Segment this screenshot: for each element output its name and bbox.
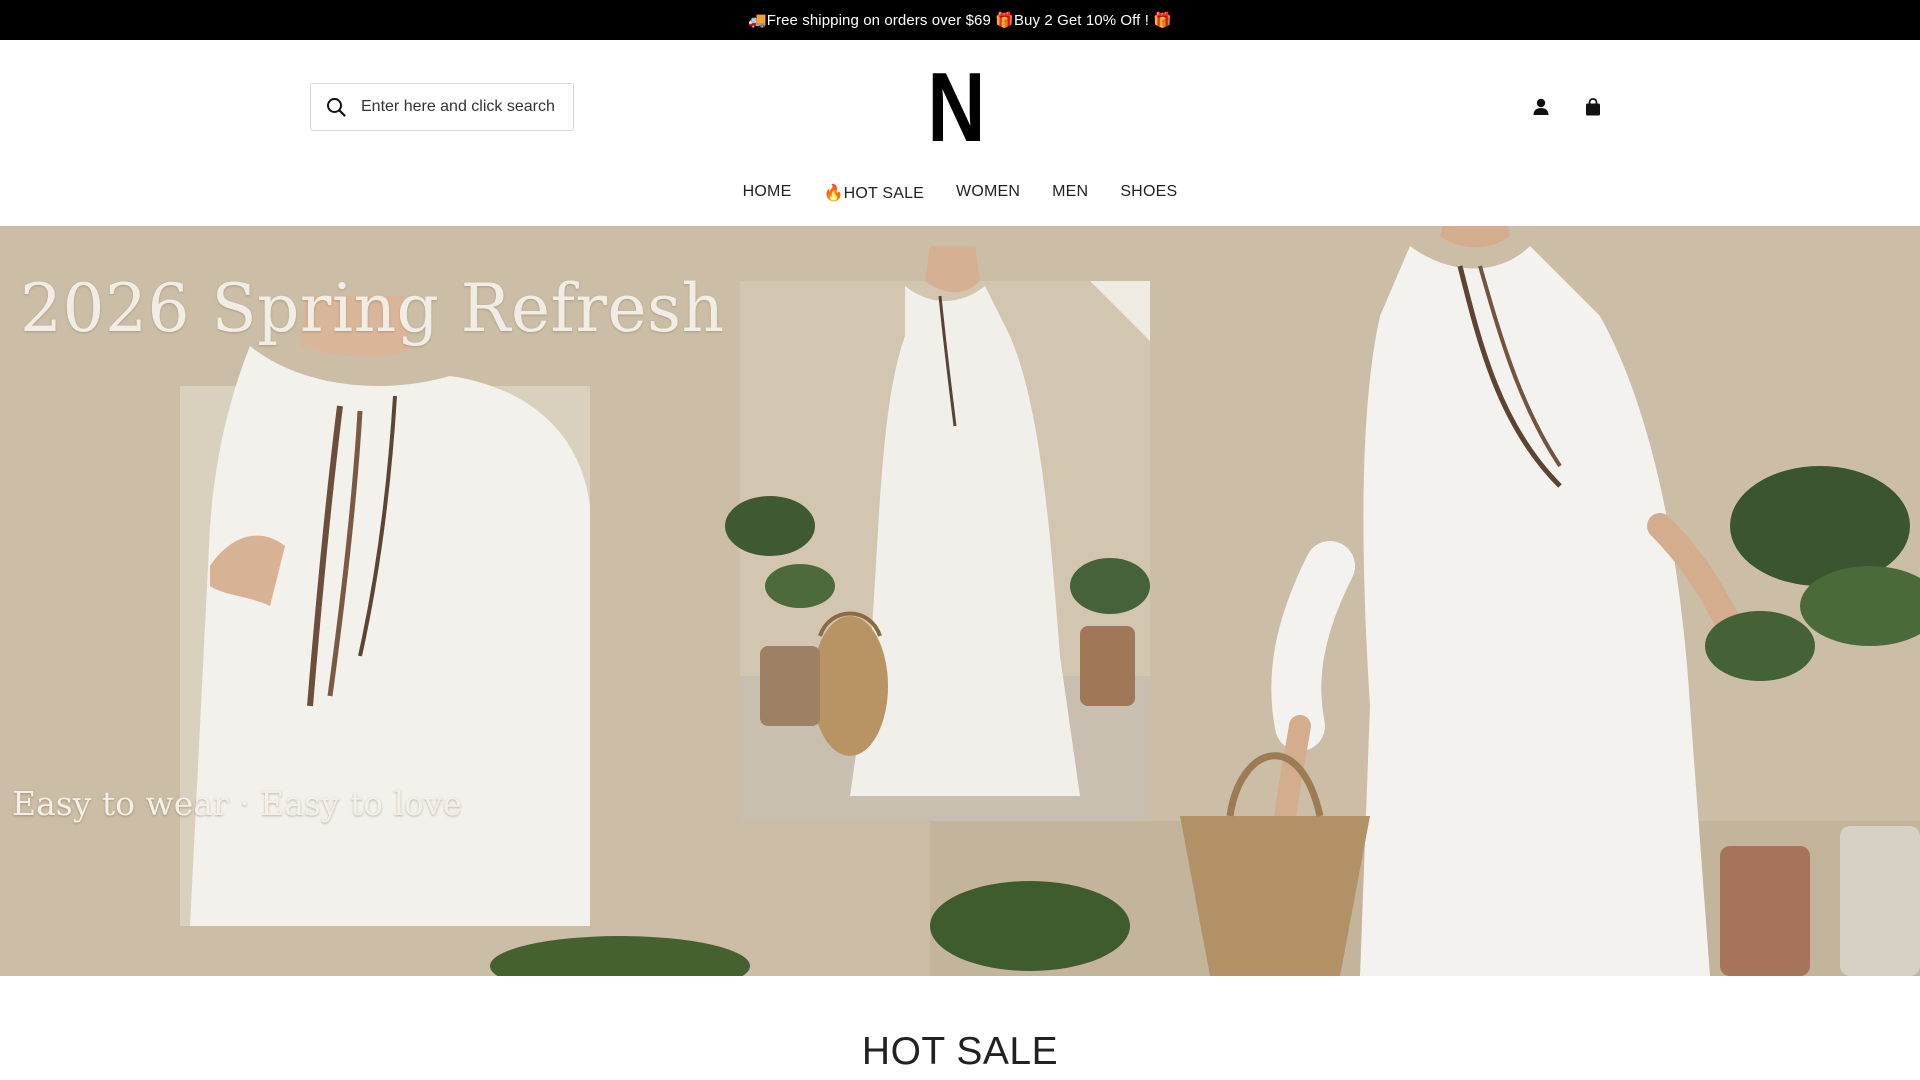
nav-item-men[interactable]: MEN xyxy=(1052,183,1088,213)
hot-sale-heading: HOT SALE xyxy=(861,1030,1059,1073)
account-icon[interactable] xyxy=(1530,96,1552,118)
announcement-text: 🚚Free shipping on orders over $69 🎁Buy 2… xyxy=(747,12,1173,29)
main-nav: HOME 🔥HOT SALE WOMEN MEN SHOES xyxy=(0,183,1920,213)
hero-title: 2026 Spring Refresh xyxy=(20,270,725,347)
cart-icon[interactable] xyxy=(1582,96,1604,118)
nav-item-hot-sale[interactable]: 🔥HOT SALE xyxy=(823,183,924,213)
search-box[interactable] xyxy=(310,83,574,131)
site-logo[interactable]: N xyxy=(926,52,986,162)
nav-item-women[interactable]: WOMEN xyxy=(956,183,1020,213)
search-input[interactable] xyxy=(361,98,561,116)
nav-item-shoes[interactable]: SHOES xyxy=(1120,183,1177,213)
hero-subtitle: Easy to wear · Easy to love xyxy=(12,784,463,823)
hero-banner[interactable]: 2026 Spring Refresh Easy to wear · Easy … xyxy=(0,226,1920,976)
announcement-bar: 🚚Free shipping on orders over $69 🎁Buy 2… xyxy=(0,0,1920,40)
header-actions xyxy=(1530,96,1604,118)
logo-letter: N xyxy=(926,52,986,162)
nav-item-home[interactable]: HOME xyxy=(743,183,792,213)
search-icon[interactable] xyxy=(325,96,347,118)
site-header: N HOME 🔥HOT SALE WOMEN MEN SHOES xyxy=(0,40,1920,226)
